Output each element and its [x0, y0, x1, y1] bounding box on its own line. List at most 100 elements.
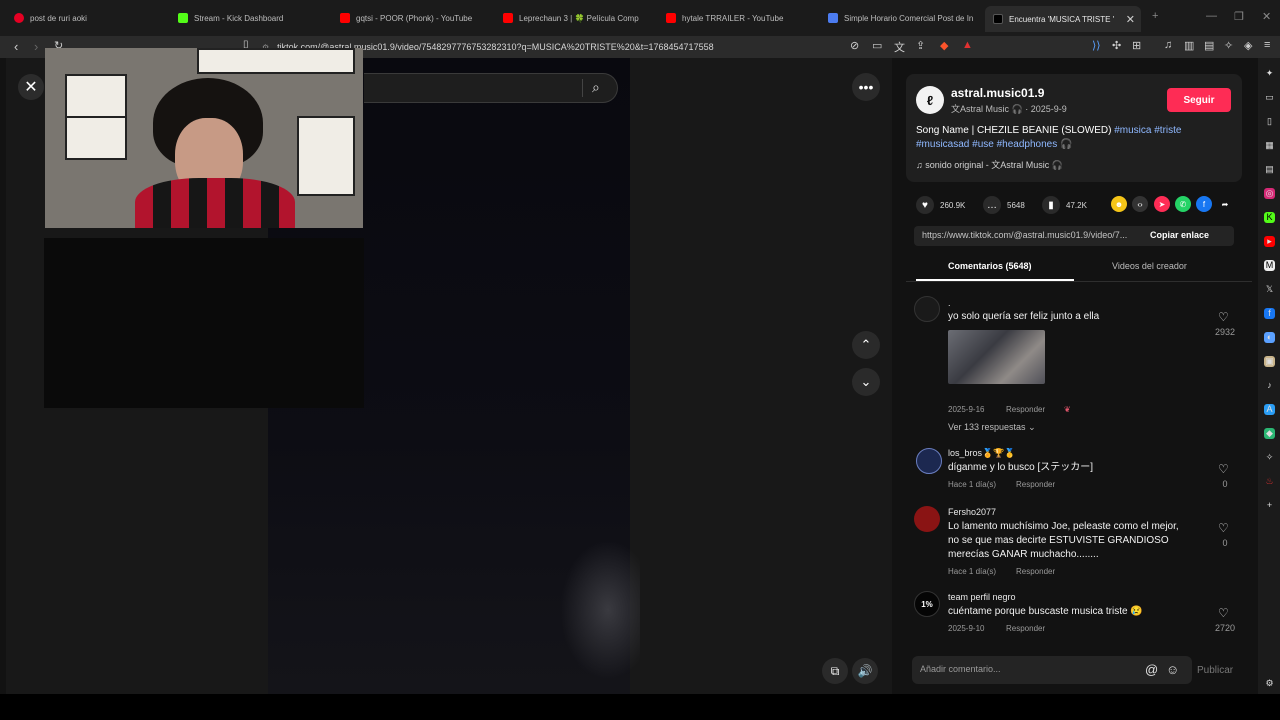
- comment-like-icon[interactable]: ♡: [1218, 606, 1229, 620]
- notion-icon[interactable]: M: [1264, 260, 1275, 271]
- copy-link-button[interactable]: Copiar enlace: [1150, 230, 1209, 240]
- comment-image[interactable]: [948, 330, 1045, 384]
- tab-tiktok-active[interactable]: Encuentra 'MUSICA TRISTE ' ✕: [985, 6, 1141, 32]
- previous-video-button[interactable]: ⌃: [852, 331, 880, 359]
- tab-youtube-leprechaun[interactable]: Leprechaun 3 | 🍀 Película Comp: [503, 8, 648, 28]
- commenter-avatar[interactable]: 1%: [914, 591, 940, 617]
- heart-icon[interactable]: ♥: [916, 196, 934, 214]
- close-window-icon[interactable]: ✕: [1262, 10, 1271, 23]
- tab-horario[interactable]: Simple Horario Comercial Post de In: [828, 8, 973, 28]
- comment-like-icon[interactable]: ♡: [1218, 462, 1229, 476]
- cast-icon[interactable]: ▭: [872, 39, 882, 52]
- tab-creator-videos[interactable]: Videos del creador: [1112, 261, 1187, 271]
- follow-button[interactable]: Seguir: [1167, 88, 1231, 112]
- add-sidebar-item-icon[interactable]: +: [1264, 500, 1275, 511]
- web-app-icon[interactable]: ◆: [1264, 428, 1275, 439]
- comment-like-icon[interactable]: ♡: [1218, 310, 1229, 324]
- comment-stat[interactable]: … 5648: [983, 196, 1025, 214]
- share-arrow-icon[interactable]: ➦: [1217, 196, 1233, 212]
- sound-icon[interactable]: ⟩⟩: [1092, 39, 1101, 52]
- menu-icon[interactable]: ≡: [1264, 39, 1270, 51]
- more-options-button[interactable]: •••: [852, 73, 880, 101]
- commenter-name[interactable]: los_bros🏅🏆🥇: [948, 448, 1016, 459]
- web-app-icon[interactable]: ♨: [1264, 476, 1275, 487]
- instagram-icon[interactable]: ◎: [1264, 188, 1275, 199]
- author-username[interactable]: astral.music01.9: [951, 86, 1044, 100]
- search-input[interactable]: [364, 73, 618, 103]
- hashtags[interactable]: #musica #triste: [1114, 125, 1181, 136]
- share-page-icon[interactable]: ⇪: [916, 39, 925, 52]
- extensions-icon[interactable]: ✣: [1112, 39, 1121, 52]
- history-icon[interactable]: ▦: [1264, 140, 1275, 151]
- save-stat[interactable]: ▮ 47.2K: [1042, 196, 1087, 214]
- reply-button[interactable]: Responder: [1006, 624, 1045, 633]
- comment-input[interactable]: Añadir comentario...: [920, 664, 1001, 674]
- web-app-icon[interactable]: ◐: [1264, 332, 1275, 343]
- media-icon[interactable]: ♫: [1164, 39, 1172, 51]
- emoji-share-icon[interactable]: ☻: [1111, 196, 1127, 212]
- picture-in-picture-icon[interactable]: ⧉: [822, 658, 848, 684]
- reading-list-icon[interactable]: ▤: [1264, 164, 1275, 175]
- sidebar-settings-icon[interactable]: ⚙: [1264, 678, 1275, 689]
- translate-icon[interactable]: 文: [894, 39, 905, 55]
- tab-kick[interactable]: Stream - Kick Dashboard: [178, 8, 328, 28]
- search-icon[interactable]: ⌕: [592, 79, 600, 96]
- view-replies-button[interactable]: Ver 133 respuestas ⌄: [948, 422, 1036, 433]
- hashtags[interactable]: #musicasad #use #headphones: [916, 139, 1057, 150]
- mention-icon[interactable]: @: [1145, 662, 1158, 677]
- comment-icon[interactable]: …: [983, 196, 1001, 214]
- whatsapp-icon[interactable]: ✆: [1175, 196, 1191, 212]
- leo-ai-icon[interactable]: ✦: [1264, 68, 1275, 79]
- commenter-name[interactable]: team perfil negro: [948, 592, 1016, 602]
- tab-youtube-poor[interactable]: gqtsi - POOR (Phonk) - YouTube: [340, 8, 490, 28]
- comment-like-icon[interactable]: ♡: [1218, 521, 1229, 535]
- publish-button[interactable]: Publicar: [1197, 665, 1233, 676]
- commenter-avatar[interactable]: [914, 506, 940, 532]
- web-app-icon[interactable]: A: [1264, 404, 1275, 415]
- rewards-icon[interactable]: ▭: [1264, 92, 1275, 103]
- web-app-icon[interactable]: ✧: [1264, 452, 1275, 463]
- youtube-icon[interactable]: ▸: [1264, 236, 1275, 247]
- send-icon[interactable]: ➤: [1154, 196, 1170, 212]
- emoji-icon[interactable]: ☺: [1166, 662, 1179, 677]
- wallet-icon[interactable]: ▤: [1204, 39, 1214, 52]
- facebook-icon[interactable]: f: [1264, 308, 1275, 319]
- tab-search-icon[interactable]: ⊞: [1132, 39, 1141, 52]
- commenter-avatar[interactable]: [914, 296, 940, 322]
- new-tab-icon[interactable]: +: [1152, 10, 1158, 22]
- brave-shield-icon[interactable]: ◆: [940, 39, 948, 52]
- forward-icon[interactable]: ›: [34, 39, 38, 54]
- volume-icon[interactable]: 🔊: [852, 658, 878, 684]
- tab-comments[interactable]: Comentarios (5648): [948, 261, 1032, 271]
- reply-button[interactable]: Responder: [1016, 567, 1055, 576]
- x-icon[interactable]: 𝕏: [1264, 284, 1275, 295]
- tracking-off-icon[interactable]: ⊘: [850, 39, 859, 52]
- commenter-name[interactable]: Fersho2077: [948, 507, 996, 517]
- web-app-icon[interactable]: ▣: [1264, 356, 1275, 367]
- commenter-name[interactable]: .: [948, 298, 951, 308]
- bookmark-icon[interactable]: ▮: [1042, 196, 1060, 214]
- tab-pinterest[interactable]: post de ruri aoki: [14, 8, 164, 28]
- commenter-avatar[interactable]: [916, 448, 942, 474]
- maximize-icon[interactable]: ❐: [1234, 10, 1244, 23]
- bookmarks-icon[interactable]: ▯: [1264, 116, 1275, 127]
- kick-icon[interactable]: K: [1264, 212, 1275, 223]
- leo-icon[interactable]: ✧: [1224, 39, 1233, 52]
- facebook-icon[interactable]: f: [1196, 196, 1212, 212]
- close-video-button[interactable]: ✕: [18, 74, 44, 100]
- music-link[interactable]: ♫ sonido original - 文Astral Music 🎧: [916, 158, 1063, 171]
- back-icon[interactable]: ‹: [14, 39, 18, 54]
- reply-button[interactable]: Responder: [1016, 480, 1055, 489]
- tiktok-icon[interactable]: ♪: [1264, 380, 1275, 391]
- vpn-icon[interactable]: ◈: [1244, 39, 1252, 52]
- sidebar-toggle-icon[interactable]: ▥: [1184, 39, 1194, 52]
- close-tab-icon[interactable]: ✕: [1126, 13, 1135, 26]
- tab-youtube-hytale[interactable]: hytale TRRAILER - YouTube: [666, 8, 816, 28]
- reply-button[interactable]: Responder: [1006, 405, 1045, 414]
- author-avatar[interactable]: ℓ: [916, 86, 944, 114]
- brave-rewards-icon[interactable]: ▲: [962, 39, 973, 51]
- share-link[interactable]: https://www.tiktok.com/@astral.music01.9…: [922, 230, 1144, 240]
- minimize-icon[interactable]: —: [1206, 10, 1217, 22]
- next-video-button[interactable]: ⌄: [852, 368, 880, 396]
- like-stat[interactable]: ♥ 260.9K: [916, 196, 965, 214]
